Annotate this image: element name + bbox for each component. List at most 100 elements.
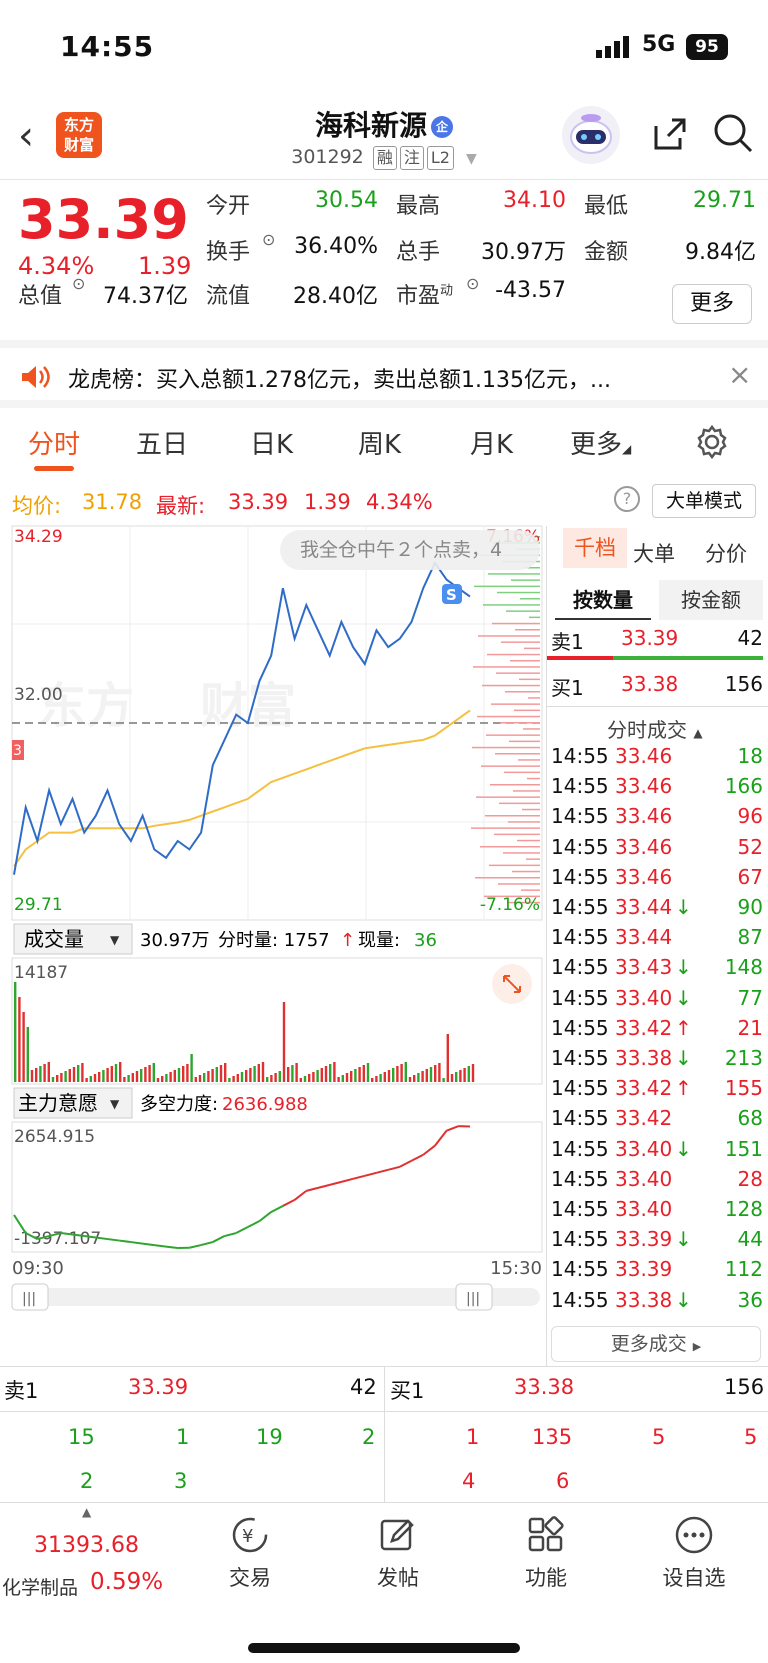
volume-bar — [89, 1076, 92, 1082]
chart-svg[interactable]: 东方 财富 34.29 29.71 32.00 7.16% -7.16% 我全仓… — [0, 522, 545, 1360]
search-icon[interactable] — [712, 112, 754, 154]
depth-bar — [511, 579, 540, 581]
volume-bar — [429, 1067, 433, 1082]
share-icon[interactable] — [648, 114, 688, 154]
y-max-label: 34.29 — [14, 527, 63, 547]
index-pct[interactable]: 0.59% — [90, 1569, 163, 1595]
volume-bar — [471, 1064, 475, 1082]
depth-bar — [520, 598, 540, 600]
depth-bar — [517, 839, 540, 842]
volume-bar — [291, 1065, 294, 1082]
gear-icon[interactable] — [694, 424, 730, 460]
volume-bar — [119, 1062, 122, 1082]
tick-time: 14:55 — [551, 1197, 609, 1221]
post-button[interactable]: 发帖 — [348, 1513, 448, 1592]
add-watchlist-button[interactable]: 设自选 — [644, 1513, 744, 1592]
tab-price-dist[interactable]: 分价 — [705, 538, 747, 568]
help-icon[interactable]: ? — [614, 486, 640, 512]
main-force-segment — [119, 1239, 132, 1244]
main-force-segment — [165, 1245, 178, 1249]
tab-big-order[interactable]: 大单 — [633, 538, 675, 568]
volume-value: 30.97万 — [481, 240, 566, 265]
main-force-segment — [130, 1241, 143, 1245]
depth-bar — [512, 870, 540, 873]
volume-bar — [438, 1063, 441, 1082]
sell-queue-item: 2 — [80, 1469, 94, 1493]
more-dots-icon — [675, 1516, 713, 1554]
tab-more[interactable]: 更多◢ — [570, 424, 631, 461]
main-force-segment — [387, 1165, 401, 1171]
volume-bar — [303, 1076, 307, 1082]
volume-bar — [337, 1077, 340, 1082]
depth-bar — [521, 889, 540, 891]
ai-assistant-avatar[interactable] — [562, 106, 620, 164]
expand-up-icon[interactable]: ▲ — [82, 1505, 91, 1519]
svg-text:3: 3 — [13, 743, 22, 759]
volume-bar — [190, 1054, 193, 1082]
bottom-order-book: 卖1 33.39 42 买1 33.38 156 15 1 19 2 2 3 1… — [0, 1366, 768, 1503]
index-value[interactable]: 31393.68 — [34, 1533, 139, 1558]
index-name[interactable]: 化学制品 — [2, 1573, 78, 1600]
volume-bar — [144, 1067, 147, 1082]
info-dots-icon[interactable]: ⊙ — [466, 274, 479, 293]
tab-five-day[interactable]: 五日 — [136, 424, 188, 461]
notice-text: 龙虎榜：买入总额1.278亿元，卖出总额1.135亿元，... — [68, 368, 611, 393]
more-ticks-button[interactable]: 更多成交 ▶ — [551, 1326, 761, 1362]
tick-time: 14:55 — [551, 1106, 609, 1131]
info-dots-icon[interactable]: ⊙ — [262, 230, 275, 249]
intraday-chart[interactable]: 东方 财富 34.29 29.71 32.00 7.16% -7.16% 我全仓… — [0, 522, 545, 1360]
book-sell-label: 卖1 — [4, 1379, 39, 1403]
volume-bar — [345, 1073, 349, 1082]
depth-bar — [522, 808, 540, 811]
tick-arrow: ↑ — [675, 1076, 692, 1101]
depth-bar — [523, 728, 540, 730]
big-order-mode-button[interactable]: 大单模式 — [652, 484, 756, 518]
main-force-segment — [317, 1183, 330, 1189]
dragon-tiger-notice[interactable]: 龙虎榜：买入总额1.278亿元，卖出总额1.135亿元，... × — [0, 340, 768, 408]
tick-qty: 28 — [737, 1166, 763, 1191]
volume-bar — [455, 1072, 458, 1082]
tab-by-amount[interactable]: 按金额 — [659, 580, 763, 620]
volume-bar — [98, 1072, 101, 1082]
tab-daily-k[interactable]: 日K — [250, 424, 293, 461]
volume-total: 30.97万 — [140, 930, 210, 951]
home-indicator — [248, 1643, 520, 1653]
tick-price: 33.40 — [615, 1136, 673, 1161]
latest-pct: 4.34% — [366, 490, 433, 514]
depth-bar — [486, 734, 540, 736]
close-icon[interactable]: × — [728, 358, 751, 391]
depth-bar — [482, 684, 540, 687]
depth-bar — [510, 660, 540, 662]
volume-bar — [387, 1070, 391, 1082]
volume-bar — [30, 1070, 34, 1082]
tag-level2: L2 — [426, 146, 454, 170]
tick-qty: 52 — [737, 834, 763, 859]
tab-thousand-level[interactable]: 千档 — [563, 528, 627, 568]
tick-price: 33.39 — [615, 1257, 673, 1282]
depth-bar — [481, 765, 540, 767]
tab-weekly-k[interactable]: 周K — [358, 424, 401, 461]
tab-by-quantity[interactable]: 按数量 — [555, 580, 651, 620]
volume-bar — [333, 1062, 336, 1082]
main-force-segment — [434, 1130, 448, 1147]
more-button[interactable]: 更多 — [672, 284, 752, 324]
volume-bar — [68, 1069, 71, 1082]
function-button[interactable]: 功能 — [496, 1513, 596, 1592]
tick-qty: 151 — [724, 1136, 763, 1161]
tick-row: 14:55 33.46 18 — [547, 740, 768, 772]
ticks-header[interactable]: 分时成交 ▲ — [607, 714, 703, 743]
tick-row: 14:55 33.42 68 — [547, 1102, 768, 1134]
tag-margin: 融 — [372, 146, 397, 170]
main-force-segment — [364, 1171, 377, 1177]
trade-button[interactable]: ¥ 交易 — [200, 1513, 300, 1592]
depth-bar — [526, 858, 540, 860]
main-force-segment — [282, 1199, 296, 1207]
svg-text:S: S — [446, 586, 457, 604]
ask-ratio-bar — [547, 656, 613, 660]
tab-monthly-k[interactable]: 月K — [470, 424, 513, 461]
tick-price: 33.40 — [615, 1197, 673, 1221]
info-dots-icon[interactable]: ⊙ — [72, 274, 85, 293]
tab-intraday[interactable]: 分时 — [28, 424, 80, 461]
depth-bar — [490, 784, 540, 786]
main-force-segment — [446, 1125, 459, 1132]
